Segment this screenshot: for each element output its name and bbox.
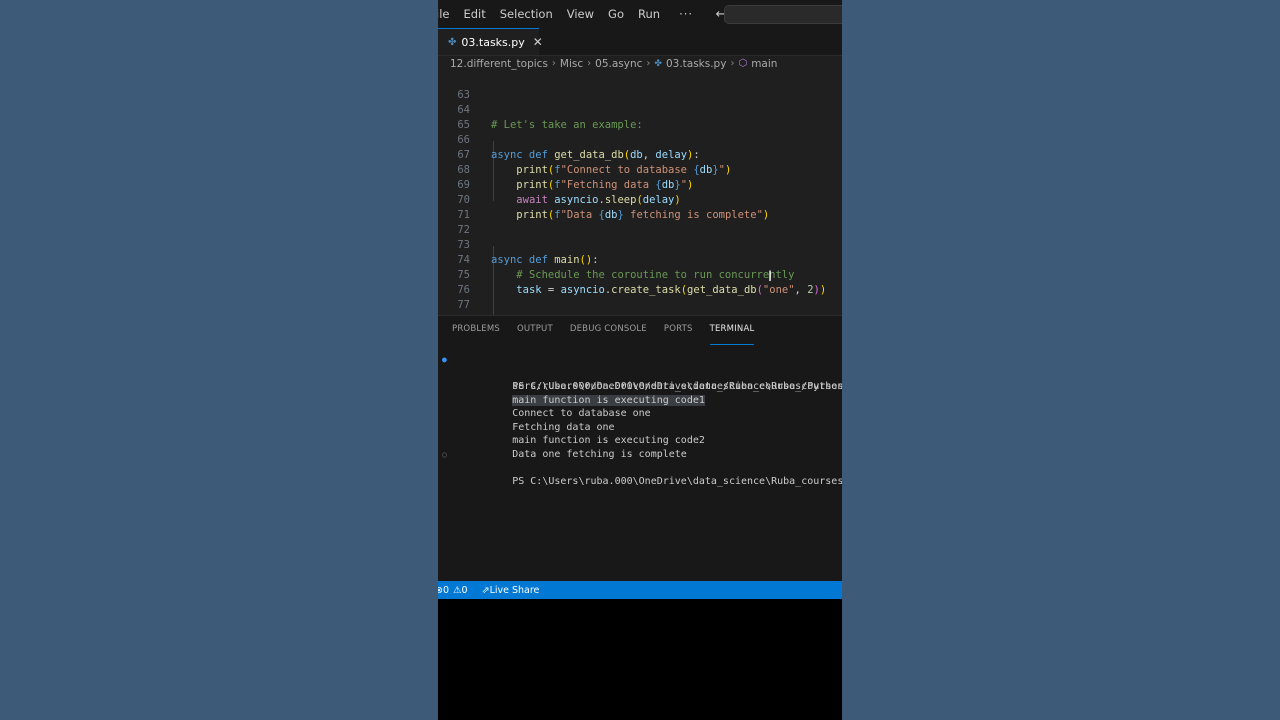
video-frame: ile Edit Selection View Go Run ··· ← → ✤…: [438, 0, 842, 720]
chevron-right-icon: ›: [587, 58, 592, 69]
breadcrumb-item-file[interactable]: 03.tasks.py: [666, 58, 727, 70]
code-line: 65: [438, 103, 842, 131]
tab-debug-console[interactable]: DEBUG CONSOLE: [570, 324, 647, 344]
live-share-icon[interactable]: ⇗: [482, 585, 490, 596]
python-icon: ✤: [448, 36, 457, 48]
menu-file[interactable]: ile: [438, 0, 456, 28]
code-line: 76: [438, 268, 842, 296]
breadcrumb-item-folder[interactable]: 12.different_topics: [450, 58, 548, 70]
command-status-dot-icon: ○: [442, 449, 447, 459]
command-center-search[interactable]: [724, 5, 842, 24]
chevron-right-icon: ›: [730, 58, 735, 69]
code-line: 77 # Do other work while the coroutine i…: [438, 283, 842, 315]
menu-selection[interactable]: Selection: [493, 0, 560, 28]
code-line: 63: [438, 73, 842, 101]
breadcrumb-item-misc[interactable]: Misc: [560, 58, 583, 70]
warning-icon[interactable]: ⚠: [453, 585, 462, 596]
code-line: 66 async def get_data_db(db, delay):: [438, 118, 842, 161]
vscode-window: ile Edit Selection View Go Run ··· ← → ✤…: [438, 0, 842, 599]
error-count[interactable]: 0: [443, 585, 449, 596]
tab-output[interactable]: OUTPUT: [517, 324, 553, 344]
terminal-line: Data one fetching is complete: [438, 434, 842, 460]
chevron-right-icon: ›: [646, 58, 651, 69]
terminal-line: Fetching data one: [438, 407, 842, 433]
code-line: 67 print(f"Connect to database {db}"): [438, 133, 842, 176]
status-bar: ⊗ 0 ⚠ 0 ⇗ Live Share: [438, 581, 842, 599]
code-line: 73 async def main():: [438, 223, 842, 266]
panel-tabs: PROBLEMS OUTPUT DEBUG CONSOLE PORTS TERM…: [452, 324, 771, 345]
text-cursor-icon: I: [768, 269, 773, 285]
tab-ports[interactable]: PORTS: [664, 324, 693, 344]
python-icon: ✤: [654, 58, 662, 69]
close-icon[interactable]: ✕: [533, 35, 543, 49]
menu-view[interactable]: View: [560, 0, 601, 28]
terminal-line: sers/ruba.000/OneDrive/data_science/Ruba…: [438, 367, 842, 392]
editor-tab-bar: ✤ 03.tasks.py ✕: [438, 28, 842, 56]
breadcrumb-item-symbol[interactable]: main: [751, 58, 777, 70]
tab-label: 03.tasks.py: [461, 35, 525, 49]
code-line: 69 await asyncio.sleep(delay): [438, 163, 842, 206]
menu-edit[interactable]: Edit: [456, 0, 492, 28]
menu-run[interactable]: Run: [631, 0, 667, 28]
code-editor[interactable]: 63 64 # Let's take an example: 65 66 asy…: [438, 73, 842, 315]
breadcrumb: 12.different_topics › Misc › 05.async › …: [450, 55, 842, 72]
tab-03-tasks-py[interactable]: ✤ 03.tasks.py ✕: [438, 28, 543, 55]
tab-problems[interactable]: PROBLEMS: [452, 324, 500, 344]
code-line: 71: [438, 193, 842, 221]
chevron-right-icon: ›: [551, 58, 556, 69]
terminal-line: main function is executing code2: [438, 421, 842, 446]
code-line: 72: [438, 208, 842, 236]
code-line: 78 print("main function is executing cod…: [438, 298, 842, 315]
terminal-line: Connect to database one: [438, 394, 842, 419]
code-line: 70 print(f"Data {db} fetching is complet…: [438, 178, 842, 221]
warning-count[interactable]: 0: [462, 585, 468, 596]
code-line: 75 task = asyncio.create_task(get_data_d…: [438, 253, 842, 296]
command-status-dot-icon: ●: [442, 355, 447, 364]
breadcrumb-item-async[interactable]: 05.async: [595, 58, 642, 70]
terminal-line: ● PS C:\Users\ruba.000\OneDrive\data_sci…: [438, 353, 842, 392]
bottom-panel: PROBLEMS OUTPUT DEBUG CONSOLE PORTS TERM…: [438, 315, 842, 582]
tab-terminal[interactable]: TERMINAL: [709, 324, 755, 345]
terminal-line: ○ PS C:\Users\ruba.000\OneDrive\data_sci…: [438, 448, 842, 487]
terminal-line: main function is executing code1: [438, 380, 842, 406]
code-line: 64 # Let's take an example:: [438, 88, 842, 131]
live-share-button[interactable]: Live Share: [490, 585, 540, 596]
menu-go[interactable]: Go: [601, 0, 631, 28]
terminal[interactable]: ● PS C:\Users\ruba.000\OneDrive\data_sci…: [438, 353, 842, 487]
menu-bar: ile Edit Selection View Go Run ··· ← →: [438, 0, 842, 28]
code-line: 68 print(f"Fetching data {db}"): [438, 148, 842, 191]
more-menu-icon[interactable]: ···: [667, 7, 703, 21]
terminal-text: PS C:\Users\ruba.000\OneDrive\data_scien…: [512, 475, 842, 487]
code-line: 74 # Schedule the coroutine to run concu…: [438, 238, 842, 281]
function-symbol-icon: ⬡: [738, 58, 748, 69]
